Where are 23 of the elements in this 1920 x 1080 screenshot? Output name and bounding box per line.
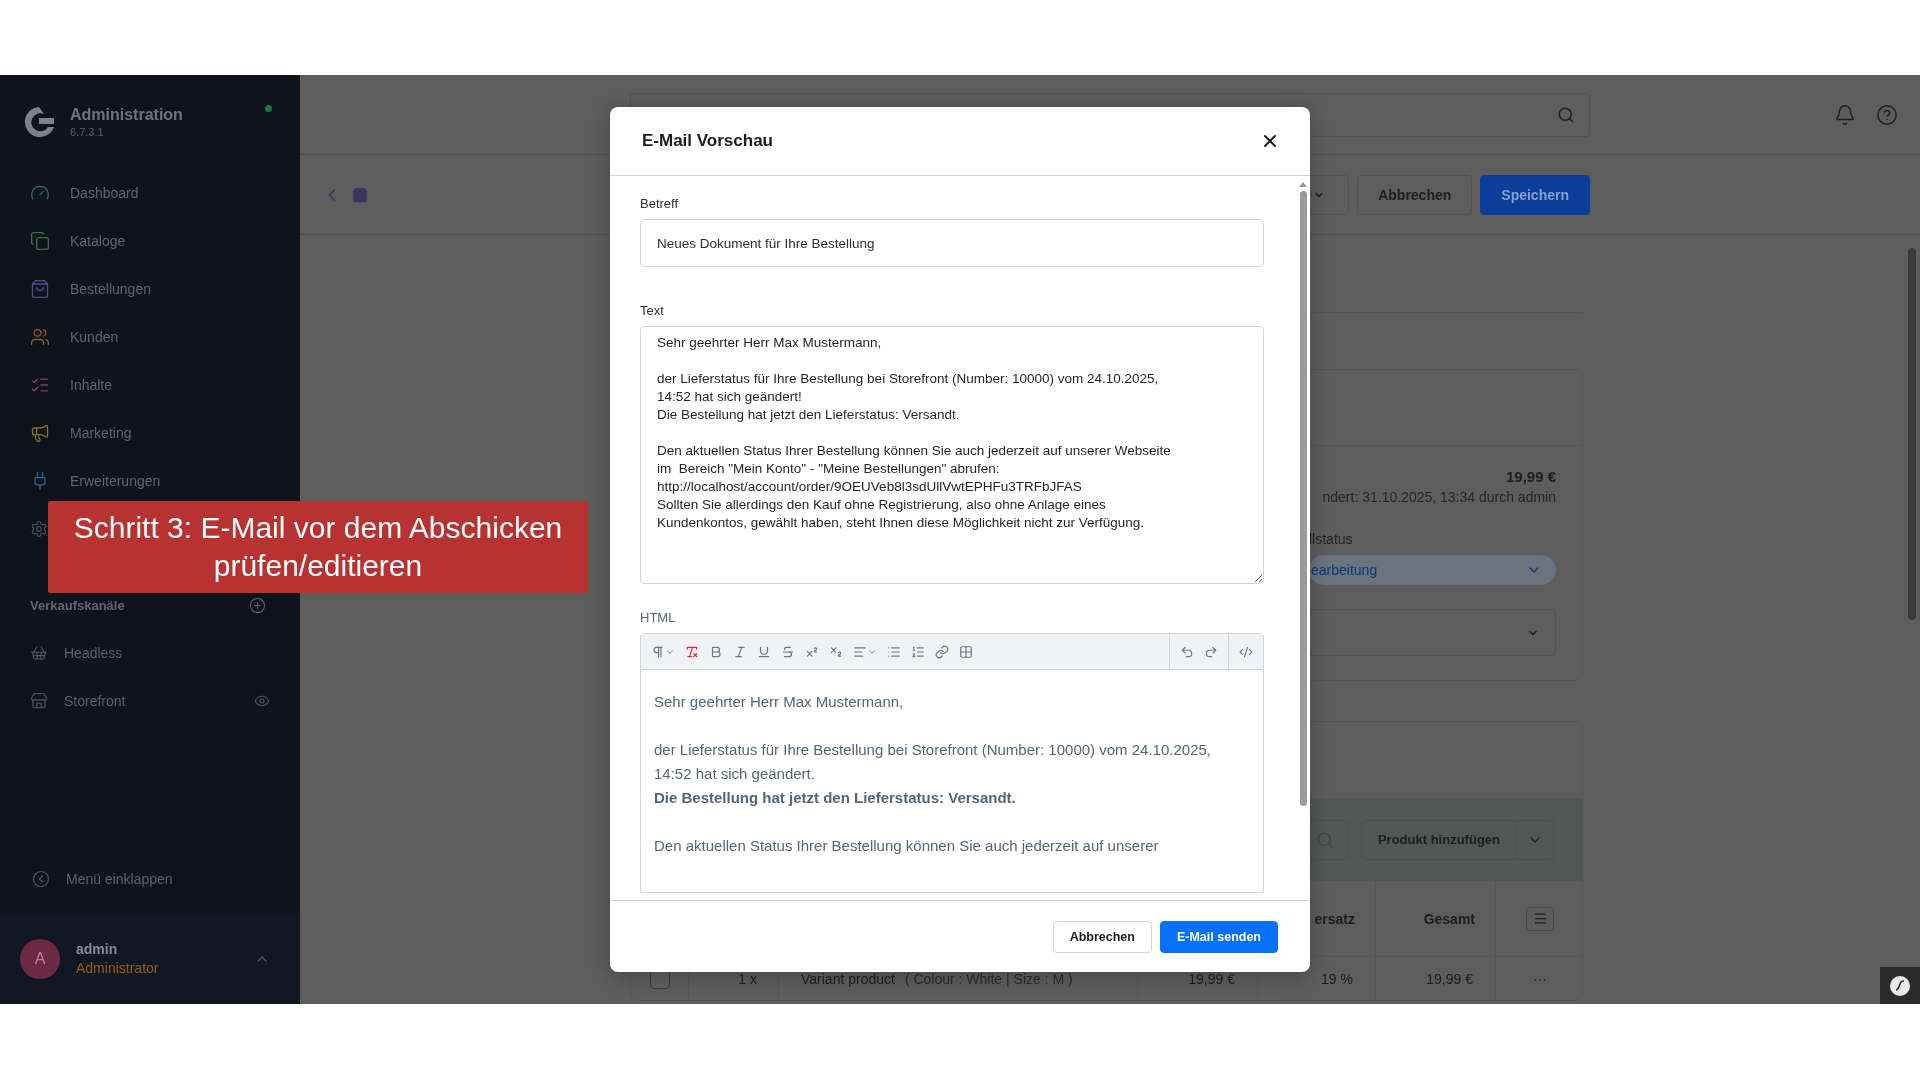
column-header: Gesamt — [1423, 910, 1475, 927]
user-avatar: A — [20, 938, 60, 979]
field-label: llstatus — [1309, 531, 1354, 547]
order-total: 19,99 € — [1505, 468, 1556, 485]
dialog-title: E-Mail Vorschau — [642, 131, 773, 151]
editor-paragraph: Sehr geehrter Herr Max Mustermann, — [654, 692, 905, 712]
product-name: Variant product — [801, 970, 895, 987]
field-label: HTML — [640, 610, 677, 625]
section-title: Verkaufskanäle — [30, 597, 125, 613]
table-cell: 19,99 € — [1188, 970, 1235, 987]
table-cell: 19,99 € — [1426, 970, 1473, 987]
user-role: Administrator — [76, 960, 160, 976]
table-cell: 1 x — [738, 970, 757, 987]
table-cell: 19 % — [1321, 970, 1353, 987]
field-label: Betreff — [640, 196, 680, 211]
version-label: 6.7.3.1 — [70, 126, 105, 138]
field-label: Text — [640, 303, 665, 318]
app-title: Administration — [70, 106, 183, 124]
user-name: admin — [76, 941, 119, 957]
step-callout: Schritt 3: E-Mail vor dem Abschicken prüfen/editieren — [48, 501, 588, 593]
column-header: ersatz — [1314, 910, 1355, 927]
editor-paragraph: Den aktuellen Status Ihrer Bestellung können Sie auch jederzeit auf unserer — [654, 836, 1160, 856]
editor-paragraph: der Lieferstatus für Ihre Bestellung bei Storefront (Number: 10000) vom 24.10.2025, 14:52 hat sich geändert. Die Bestellung hat jetzt den Lieferstatus: Versandt. — [654, 740, 1212, 808]
